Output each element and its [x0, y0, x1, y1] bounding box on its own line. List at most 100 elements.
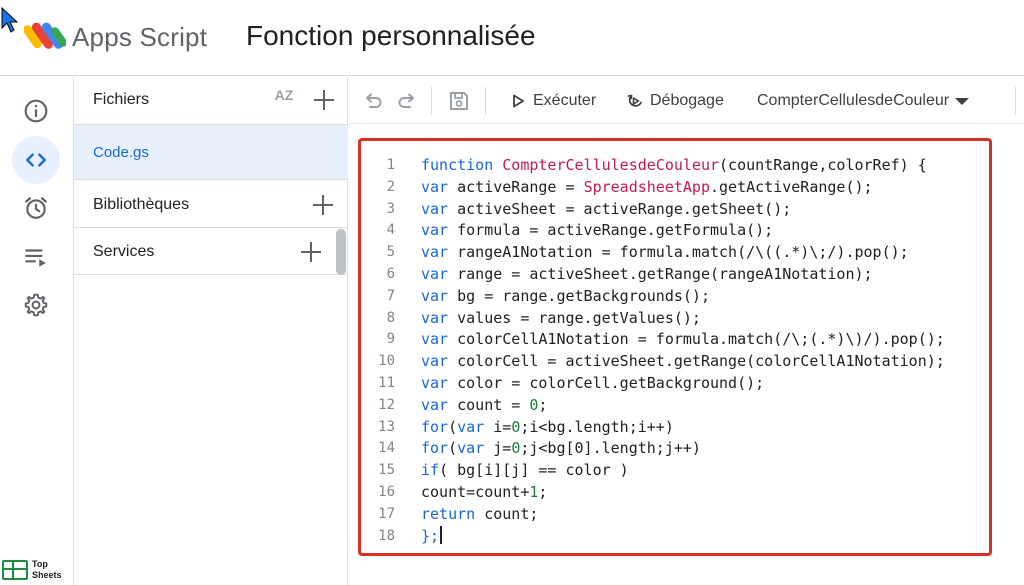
code-text: ( — [448, 417, 458, 436]
code-text: ; — [538, 395, 548, 414]
files-scrollbar[interactable] — [336, 229, 346, 275]
line-text: var activeSheet = activeRange.getSheet()… — [421, 199, 791, 221]
function-select[interactable]: CompterCellulesdeCouleur — [757, 89, 970, 113]
code-keyword: var — [421, 177, 449, 196]
files-panel: Fichiers AZ Code.gs Bibliothèques Servic… — [74, 77, 348, 585]
add-service-icon[interactable] — [300, 241, 322, 263]
toolbar-separator — [485, 87, 486, 115]
top-sheets-watermark: Top Sheets — [2, 559, 62, 581]
line-number: 13 — [378, 418, 395, 435]
file-item-code-gs[interactable]: Code.gs — [74, 124, 348, 180]
code-line[interactable]: 11 var color = colorCell.getBackground(); — [361, 373, 991, 395]
code-line[interactable]: 4 var formula = activeRange.getFormula(); — [361, 220, 991, 242]
line-number: 2 — [386, 178, 395, 195]
code-keyword: var — [421, 286, 449, 305]
overview-button[interactable] — [12, 87, 60, 135]
app-name[interactable]: Apps Script — [72, 22, 207, 53]
debug-button[interactable]: Débogage — [626, 89, 724, 113]
run-button[interactable]: Exécuter — [509, 89, 596, 113]
code-line[interactable]: 8 var values = range.getValues(); — [361, 308, 991, 330]
triggers-button[interactable] — [12, 184, 60, 232]
code-lines[interactable]: 1 function CompterCellulesdeCouleur(count… — [361, 155, 991, 547]
code-keyword: var — [421, 352, 449, 371]
line-number: 5 — [386, 244, 395, 261]
code-text: ;j<bg[0].length;j++) — [520, 439, 701, 458]
brand-line-2: Sheets — [32, 570, 62, 580]
code-line[interactable]: 12 var count = 0; — [361, 395, 991, 417]
code-keyword: return — [421, 504, 476, 523]
code-text: bg = range.getBackgrounds(); — [448, 286, 710, 305]
save-icon[interactable] — [447, 89, 471, 113]
line-number: 18 — [378, 527, 395, 544]
code-keyword: var — [457, 439, 485, 458]
function-select-value: CompterCellulesdeCouleur — [757, 92, 950, 109]
code-keyword: var — [421, 395, 449, 414]
mouse-cursor-icon — [1, 6, 19, 33]
line-text: function CompterCellulesdeCouleur(countR… — [421, 155, 927, 177]
line-text: var colorCellA1Notation = formula.match(… — [421, 329, 945, 351]
play-icon — [513, 94, 524, 108]
debug-icon — [627, 94, 642, 107]
code-highlight-box: 1 function CompterCellulesdeCouleur(count… — [358, 138, 992, 556]
editor-button[interactable] — [12, 136, 60, 184]
info-icon — [24, 99, 48, 123]
brand-text: Top Sheets — [32, 559, 62, 581]
settings-button[interactable] — [12, 281, 60, 329]
code-text: activeSheet = activeRange.getSheet(); — [448, 199, 792, 218]
code-text: ( bg[i][j] == color ) — [439, 461, 629, 480]
code-text: values = range.getValues(); — [448, 308, 701, 327]
code-line[interactable]: 9 var colorCellA1Notation = formula.match… — [361, 329, 991, 351]
line-text: var colorCell = activeSheet.getRange(col… — [421, 351, 945, 373]
add-library-icon[interactable] — [312, 194, 334, 216]
code-line[interactable]: 6 var range = activeSheet.getRange(rangeA… — [361, 264, 991, 286]
code-line[interactable]: 18}; — [361, 525, 991, 548]
redo-icon[interactable] — [395, 89, 419, 113]
code-line[interactable]: 10 var colorCell = activeSheet.getRange(c… — [361, 351, 991, 373]
code-function-name: SpreadsheetApp — [583, 177, 710, 196]
libraries-section[interactable]: Bibliothèques — [74, 182, 348, 228]
apps-script-logo-icon[interactable] — [24, 18, 66, 54]
undo-icon[interactable] — [361, 89, 385, 113]
file-name: Code.gs — [93, 144, 149, 161]
services-section[interactable]: Services — [74, 229, 348, 275]
code-line[interactable]: 7 var bg = range.getBackgrounds(); — [361, 286, 991, 308]
code-text: ( — [448, 439, 458, 458]
code-line[interactable]: 17 return count; — [361, 504, 991, 526]
code-line[interactable]: 15 if( bg[i][j] == color ) — [361, 460, 991, 482]
code-line[interactable]: 16 count=count+1; — [361, 482, 991, 504]
line-number: 11 — [378, 374, 395, 391]
add-file-icon[interactable] — [313, 89, 335, 111]
line-text: var formula = activeRange.getFormula(); — [421, 220, 773, 242]
code-text: range = activeSheet.getRange(rangeA1Nota… — [448, 264, 873, 283]
code-editor[interactable]: 1 function CompterCellulesdeCouleur(count… — [349, 124, 1024, 585]
code-keyword: var — [421, 330, 449, 349]
code-keyword: var — [421, 373, 449, 392]
code-text: ;i<bg.length;i++) — [520, 417, 674, 436]
executions-button[interactable] — [12, 233, 60, 281]
code-keyword: var — [421, 221, 449, 240]
code-text: (countRange,colorRef) { — [719, 156, 927, 174]
code-line[interactable]: 5 var rangeA1Notation = formula.match(/\(… — [361, 242, 991, 264]
project-title[interactable]: Fonction personnalisée — [246, 20, 536, 52]
line-text: if( bg[i][j] == color ) — [421, 460, 629, 482]
line-text: var values = range.getValues(); — [421, 308, 701, 330]
sort-az-icon[interactable]: AZ — [272, 88, 296, 102]
code-keyword: if — [421, 461, 440, 480]
code-line[interactable]: 1 function CompterCellulesdeCouleur(count… — [361, 155, 991, 177]
line-number: 10 — [378, 353, 395, 370]
code-text: rangeA1Notation = formula.match(/\((.*)\… — [448, 243, 909, 262]
code-line[interactable]: 3 var activeSheet = activeRange.getSheet(… — [361, 199, 991, 221]
code-line[interactable]: 14 for(var j=0;j<bg[0].length;j++) — [361, 438, 991, 460]
code-text: j= — [484, 439, 512, 458]
code-line[interactable]: 2 var activeRange = SpreadsheetApp.getAct… — [361, 177, 991, 199]
code-function-name: CompterCellulesdeCouleur — [502, 156, 720, 174]
services-label: Services — [93, 243, 155, 260]
code-line[interactable]: 13 for(var i=0;i<bg.length;i++) — [361, 417, 991, 439]
sheet-grid-icon — [2, 560, 28, 580]
executions-icon — [25, 249, 46, 267]
files-title: Fichiers — [93, 91, 150, 108]
line-number: 8 — [386, 309, 395, 326]
line-text: }; — [421, 525, 443, 548]
line-number: 6 — [386, 265, 395, 282]
run-label: Exécuter — [533, 92, 597, 109]
